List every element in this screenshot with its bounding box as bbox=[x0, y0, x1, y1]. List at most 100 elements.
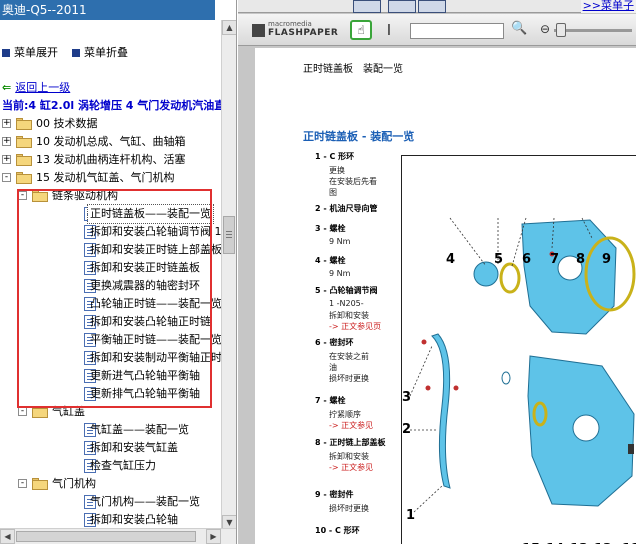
collapse-icon[interactable]: - bbox=[2, 173, 11, 182]
folder-icon bbox=[32, 190, 48, 202]
collapse-icon[interactable]: - bbox=[18, 191, 27, 200]
folder-icon bbox=[32, 478, 48, 490]
window-title: 奥迪-Q5--2011 bbox=[0, 0, 215, 20]
parts-list-item: 3 - 螺栓 bbox=[315, 224, 346, 233]
tree-item-label: 拆卸和安装凸轮轴正时链 bbox=[90, 315, 211, 328]
parts-list-subitem: 拆卸和安装 bbox=[329, 311, 369, 320]
folder-icon bbox=[32, 406, 48, 418]
app-root: 奥迪-Q5--2011 菜单展开 菜单折叠 ⇐ 返回上一级 当前:4 缸2.0l … bbox=[0, 0, 636, 544]
menu-expand-label: 菜单展开 bbox=[14, 46, 58, 59]
search-input[interactable] bbox=[410, 23, 504, 39]
parts-list-subitem: 在安装后先看 bbox=[329, 177, 377, 186]
tree-item-label: 凸轮轴正时链——装配一览 bbox=[90, 297, 222, 310]
brand-top: macromedia bbox=[268, 20, 312, 28]
parts-list-item: 7 - 螺栓 bbox=[315, 396, 346, 405]
square-icon bbox=[72, 49, 80, 57]
parts-list-subitem: 在安装之前 bbox=[329, 352, 369, 361]
parts-list-item: 5 - 凸轮轴调节阀 bbox=[315, 286, 378, 295]
square-icon bbox=[2, 49, 10, 57]
page-header: 正时链盖板 装配一览 bbox=[303, 64, 403, 75]
parts-list-subitem: 拆卸和安装 bbox=[329, 452, 369, 461]
nav-button[interactable] bbox=[353, 0, 381, 13]
vertical-scrollbar[interactable]: ▲ ▼ bbox=[221, 20, 236, 530]
figure-number: 5 bbox=[494, 252, 504, 267]
tree-item-label: 拆卸和安装正时链上部盖板 bbox=[90, 243, 222, 256]
parts-list-subitem: -> 正文参见 bbox=[329, 463, 374, 472]
tree-item-label: 13 发动机曲柄连杆机构、活塞 bbox=[36, 153, 186, 166]
scroll-right-icon[interactable]: ▶ bbox=[206, 529, 221, 544]
collapse-icon[interactable]: - bbox=[18, 479, 27, 488]
menu-collapse-button[interactable]: 菜单折叠 bbox=[72, 44, 128, 62]
zoom-slider-knob[interactable] bbox=[556, 23, 566, 37]
tree-item-label: 拆卸和安装凸轮轴 bbox=[90, 513, 178, 526]
macromedia-logo-icon bbox=[252, 24, 265, 37]
figure-number: 3 bbox=[402, 390, 412, 405]
tree-item-label: 更新进气凸轮轴平衡轴 bbox=[90, 369, 200, 382]
expand-icon[interactable]: + bbox=[2, 137, 11, 146]
figure-number: 6 bbox=[522, 252, 532, 267]
nav-button[interactable] bbox=[418, 0, 446, 13]
document-page: 正时链盖板 装配一览 正时链盖板 - 装配一览 1 - C 形环 更换 在安装后先看… bbox=[255, 48, 636, 544]
exploded-view-drawing bbox=[409, 217, 636, 513]
scroll-up-icon[interactable]: ▲ bbox=[222, 20, 236, 35]
parts-list-item: 10 - C 形环 bbox=[315, 526, 360, 535]
search-icon[interactable]: 🔍 bbox=[511, 21, 527, 36]
figure-number: 1 bbox=[406, 508, 416, 523]
page-title: 正时链盖板 - 装配一览 bbox=[303, 128, 414, 144]
parts-list-subitem: 图 bbox=[329, 188, 337, 197]
parts-list-subitem: 损坏时更换 bbox=[329, 374, 369, 383]
figure-number: 8 bbox=[576, 252, 586, 267]
parts-list-subitem: 拧紧顺序 bbox=[329, 410, 361, 419]
tree-item-label: 正时链盖板——装配一览 bbox=[87, 204, 214, 224]
scroll-left-icon[interactable]: ◀ bbox=[0, 529, 15, 544]
figure-number: 7 bbox=[550, 252, 560, 267]
expand-icon[interactable]: + bbox=[2, 119, 11, 128]
tree-item-label: 拆卸和安装正时链盖板 bbox=[90, 261, 200, 274]
tree-item-label: 拆卸和安装制动平衡轴正时链 bbox=[90, 351, 233, 364]
tree-item-label: 气缸盖——装配一览 bbox=[90, 423, 189, 436]
page-title-text: 正时链盖板 - 装配一览 bbox=[303, 130, 415, 143]
tree-item-label: 10 发动机总成、气缸、曲轴箱 bbox=[36, 135, 186, 148]
tree-item-label: 拆卸和安装气缸盖 bbox=[90, 441, 178, 454]
parts-list-item: 2 - 机油尺导向管 bbox=[315, 204, 378, 213]
flashpaper-toolbar: macromedia FLASHPAPER ☝ I 🔍 ⊖ bbox=[238, 14, 636, 46]
parts-list-subitem: 9 Nm bbox=[329, 237, 351, 246]
figure-number: 9 bbox=[602, 252, 612, 267]
menu-expand-button[interactable]: 菜单展开 bbox=[2, 44, 58, 62]
tree-item-label: 更新排气凸轮轴平衡轴 bbox=[90, 387, 200, 400]
tree-item-label: 检查气缸压力 bbox=[90, 459, 156, 472]
parts-list-subitem: 1 -N205- bbox=[329, 299, 364, 308]
text-select-icon[interactable]: I bbox=[378, 20, 400, 40]
folder-icon bbox=[16, 154, 32, 166]
menu-sub-link[interactable]: >>菜单子 bbox=[580, 0, 636, 13]
parts-list-subitem: -> 正文参见 bbox=[329, 421, 374, 430]
brand-name: FLASHPAPER bbox=[268, 28, 339, 38]
back-arrow-icon: ⇐ bbox=[2, 81, 12, 94]
tree-item-label: 气门机构 bbox=[52, 477, 96, 490]
back-link-label: 返回上一级 bbox=[15, 81, 71, 94]
hand-tool-button[interactable]: ☝ bbox=[350, 20, 372, 40]
folder-icon bbox=[16, 118, 32, 130]
expand-icon[interactable]: + bbox=[2, 155, 11, 164]
tree-item-label: 链条驱动机构 bbox=[52, 189, 118, 202]
hscroll-thumb[interactable] bbox=[16, 531, 196, 542]
parts-list-item: 9 - 密封件 bbox=[315, 490, 354, 499]
parts-list-item: 4 - 螺栓 bbox=[315, 256, 346, 265]
tree-item-label: 00 技术数据 bbox=[36, 117, 98, 130]
parts-list-subitem: -> 正文参见页 bbox=[329, 322, 382, 331]
collapse-icon[interactable]: - bbox=[18, 407, 27, 416]
flashpaper-logo: macromedia FLASHPAPER bbox=[252, 20, 338, 42]
back-link[interactable]: ⇐ 返回上一级 bbox=[2, 80, 70, 96]
nav-button[interactable] bbox=[388, 0, 416, 13]
folder-icon bbox=[16, 136, 32, 148]
horizontal-scrollbar[interactable]: ◀ ▶ bbox=[0, 528, 236, 544]
tree-item-label: 拆卸和安装凸轮轴调节阀 1 N bbox=[90, 225, 234, 238]
parts-list-item: 8 - 正时链上部盖板 bbox=[315, 438, 386, 447]
current-location: 当前:4 缸2.0l 涡轮增压 4 气门发动机汽油直 bbox=[2, 99, 226, 112]
exploded-view-figure: 4 5 6 7 8 9 3 2 1 15 14 13 12 11 bbox=[401, 155, 636, 544]
scroll-thumb[interactable] bbox=[223, 216, 235, 254]
zoom-out-icon[interactable]: ⊖ bbox=[540, 22, 550, 36]
menu-collapse-label: 菜单折叠 bbox=[84, 46, 128, 59]
tree-item-label: 气门机构——装配一览 bbox=[90, 495, 200, 508]
navigation-pane: 奥迪-Q5--2011 菜单展开 菜单折叠 ⇐ 返回上一级 当前:4 缸2.0l … bbox=[0, 0, 237, 544]
